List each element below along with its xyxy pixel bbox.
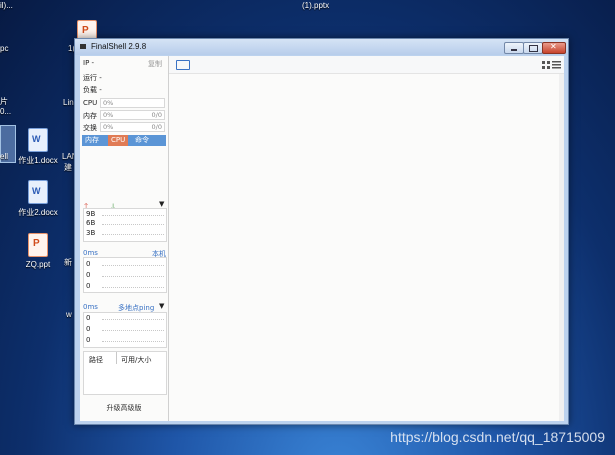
multi-ping-dropdown-icon[interactable]: ▼ [159,302,164,310]
ping-axis-label: 0 [86,314,91,322]
desktop-text-top-left: il)... [0,1,13,10]
desktop-icon-label: 作业2.docx [18,208,58,217]
disk-header-size: 可用/大小 [121,356,152,364]
net-axis-label: 3B [86,229,96,237]
ppt-file-icon [28,233,48,257]
desktop-label-fragment: Lin [63,98,74,107]
net-axis-label: 9B [86,210,96,218]
ip-label: IP - [83,59,95,67]
desktop-label-pc: pc [0,44,9,53]
memory-label: 内存 [83,112,97,120]
app-icon [80,44,86,49]
word-file-icon [28,128,48,152]
ping-chart: 0 0 0 [83,257,167,293]
word-file-icon [28,180,48,204]
desktop-icon-doc1[interactable]: 作业1.docx [14,128,62,166]
tab-command[interactable]: 命令 [132,135,152,146]
swap-amount: 0/0 [151,123,162,131]
net-axis-label: 6B [86,219,96,227]
desktop-icon-ppt[interactable]: ZQ.ppt [14,233,62,269]
multi-ping-chart: 0 0 0 [83,312,167,348]
ping2-latency-label: 0ms [83,303,98,311]
desktop-label-fragment: 建 [64,163,72,172]
network-chart: 9B 6B 3B [83,208,167,242]
disk-header-path: 路径 [89,356,103,364]
tab-cpu[interactable]: CPU [108,135,129,146]
monitor-tabs: 内存 CPU 命令 [82,135,166,146]
list-view-icon[interactable] [552,61,561,69]
disk-table: 路径 可用/大小 [83,351,167,395]
swap-meter: 0% 0/0 [100,122,165,132]
vertical-scrollbar[interactable] [559,74,564,421]
ping-axis-label: 0 [86,271,91,279]
window-title: FinalShell 2.9.8 [91,42,147,51]
swap-label: 交换 [83,124,97,132]
running-label: 运行 - [83,74,102,82]
grid-view-icon[interactable] [542,61,550,69]
ping-axis-label: 0 [86,325,91,333]
cpu-meter: 0% [100,98,165,108]
tab-memory[interactable]: 内存 [82,135,102,146]
cpu-label: CPU [83,99,98,107]
sidebar: IP - 复制 运行 - 负载 - CPU 0% 内存 0% 0/0 交换 0%… [80,56,169,421]
load-label: 负载 - [83,86,102,94]
main-panel [169,56,564,421]
ping-axis-label: 0 [86,282,91,290]
title-bar[interactable]: FinalShell 2.9.8 [75,39,568,55]
desktop-label-fragment: 0... [0,107,12,116]
desktop-text-top-center: (1).pptx [302,1,330,10]
window-content: IP - 复制 运行 - 负载 - CPU 0% 内存 0% 0/0 交换 0%… [80,56,564,421]
memory-value: 0% [103,111,114,119]
network-dropdown-icon[interactable]: ▼ [159,200,164,208]
maximize-button[interactable] [523,42,543,54]
minimize-button[interactable] [504,42,524,54]
memory-meter: 0% 0/0 [100,110,165,120]
column-divider [116,352,117,364]
ping-latency-label: 0ms [83,249,98,257]
ping-axis-label: 0 [86,336,91,344]
desktop-label-shell: ell [0,152,9,161]
memory-amount: 0/0 [151,111,162,119]
folder-icon[interactable] [176,60,190,70]
finalshell-window: FinalShell 2.9.8 IP - 复制 运行 - 负载 - CPU 0… [74,38,569,425]
copy-button[interactable]: 复制 [148,59,162,69]
desktop-label-fragment: w [66,310,72,319]
toolbar [169,56,564,74]
desktop-label-fragment: 新 [64,258,72,267]
upgrade-button[interactable]: 升级高级版 [80,403,168,413]
desktop-icon-doc2[interactable]: 作业2.docx [14,180,62,218]
desktop-icon-label: ZQ.ppt [25,260,51,269]
swap-value: 0% [103,123,114,131]
cpu-value: 0% [103,99,114,107]
desktop-icon-label: 作业1.docx [18,156,58,165]
ping-axis-label: 0 [86,260,91,268]
close-button[interactable] [542,42,566,54]
desktop-label-fragment: 片 [0,97,8,106]
watermark: https://blog.csdn.net/qq_18715009 [390,429,605,445]
